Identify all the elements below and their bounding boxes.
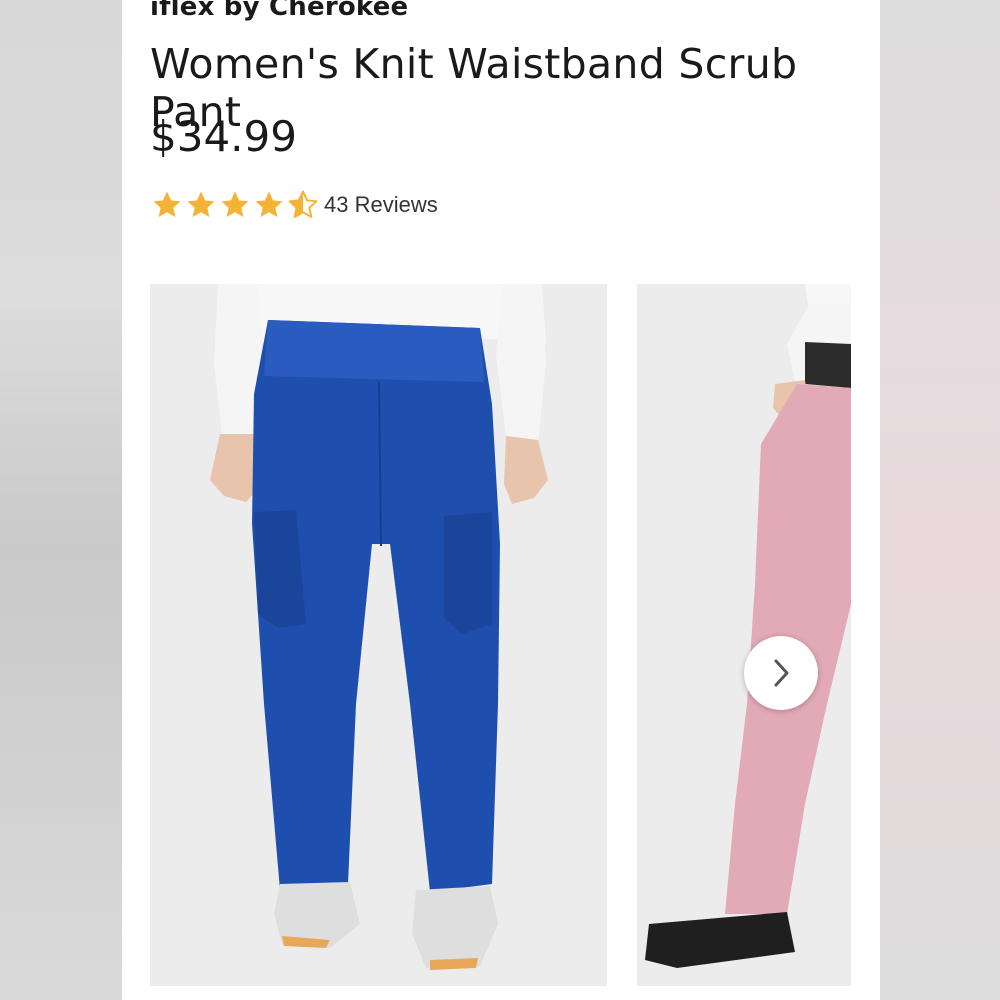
product-image-blue[interactable]: [150, 284, 607, 986]
background-left: [0, 0, 122, 1000]
rating-row[interactable]: 43 Reviews: [150, 188, 438, 222]
reviews-link[interactable]: 43 Reviews: [324, 192, 438, 218]
product-page: iflex by Cherokee Women's Knit Waistband…: [122, 0, 880, 1000]
chevron-right-icon: [774, 659, 789, 687]
product-image-pink[interactable]: [637, 284, 851, 986]
star-icon: [153, 191, 181, 218]
pink-pant-illustration: [637, 284, 851, 986]
half-star-icon: [288, 190, 318, 219]
product-price: $34.99: [150, 112, 297, 161]
blue-pant-illustration: [150, 284, 607, 986]
background-right: [880, 0, 1000, 1000]
star-icon: [221, 191, 249, 218]
star-icon: [255, 191, 283, 218]
star-rating: [150, 188, 320, 222]
carousel-next-button[interactable]: [744, 636, 818, 710]
star-icon: [187, 191, 215, 218]
brand-name[interactable]: iflex by Cherokee: [150, 0, 408, 22]
image-carousel[interactable]: [150, 284, 880, 986]
